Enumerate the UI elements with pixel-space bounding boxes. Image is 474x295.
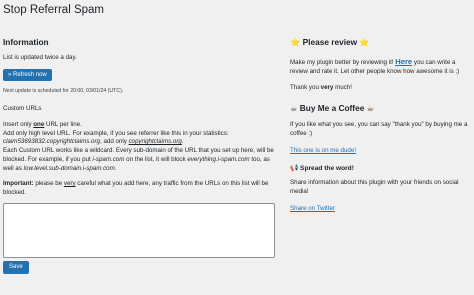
list-updated-text: List is updated twice a day. xyxy=(3,54,77,61)
information-heading: Information xyxy=(3,37,49,47)
please-review-heading: ⭐ Please review ⭐ xyxy=(290,37,470,48)
page-title: Stop Referral Spam xyxy=(3,4,104,16)
please-review-title: Please review xyxy=(300,37,360,47)
instruction-text: . xyxy=(114,165,117,173)
instruction-text: URL per line. xyxy=(44,120,82,128)
share-on-twitter-link[interactable]: Share on Twitter xyxy=(290,205,335,212)
example-subdomain: everything.i-spam.com xyxy=(187,156,250,164)
thank-you-text: Thank you very much! xyxy=(290,84,470,93)
custom-urls-instructions: Insert only one URL per line. Add only h… xyxy=(3,121,281,175)
refresh-now-button[interactable]: » Refresh now xyxy=(3,68,52,81)
review-here-link[interactable]: Here xyxy=(395,57,412,66)
coffee-icon: ☕ xyxy=(366,102,375,113)
megaphone-icon: 📢 xyxy=(290,163,299,172)
example-domain: i-spam.com xyxy=(92,156,125,164)
coffee-text: If you like what you see, you can say "t… xyxy=(290,120,468,137)
review-text-part: Make my plugin better by reviewing it! xyxy=(290,59,396,66)
custom-urls-textarea[interactable] xyxy=(3,203,275,259)
example-subdomain: low.level.sub-domain.i-spam.com xyxy=(23,165,115,173)
buy-me-a-coffee-title: Buy Me a Coffee xyxy=(297,102,367,113)
coffee-link[interactable]: This one is on me dude! xyxy=(290,147,470,156)
instruction-text: . xyxy=(181,138,184,146)
important-note: Important: please be very careful what y… xyxy=(3,180,281,198)
example-domain: copyrightclaims.org xyxy=(128,138,182,146)
sidebar: ⭐ Please review ⭐ Make my plugin better … xyxy=(290,37,470,214)
spread-the-word-heading: 📢 Spread the word! xyxy=(290,164,470,173)
thank-you-part: much! xyxy=(333,83,352,91)
important-text: please be xyxy=(33,180,64,188)
buy-me-a-coffee-heading: ☕ Buy Me a Coffee ☕ xyxy=(290,103,470,114)
next-update-text: Next update is scheduled for 20:00, 03/0… xyxy=(3,87,124,94)
spread-the-word-title: Spread the word! xyxy=(298,164,354,172)
spread-text: Share information about this plugin with… xyxy=(290,178,459,195)
instruction-text: Insert only xyxy=(3,120,34,128)
thank-you-emphasis: very xyxy=(320,83,334,91)
instruction-text: on the list, it will block xyxy=(124,156,188,164)
main-column: Information List is updated twice a day.… xyxy=(3,37,281,275)
important-emphasis: very xyxy=(63,180,76,188)
custom-urls-heading: Custom URLs xyxy=(3,104,42,112)
save-button[interactable]: Save xyxy=(3,261,29,275)
instruction-text: , add only xyxy=(100,138,129,146)
important-label: Important: xyxy=(3,180,34,188)
star-icon: ⭐ xyxy=(359,37,370,47)
instruction-emphasis: one xyxy=(33,120,45,128)
review-text: Make my plugin better by reviewing it! H… xyxy=(290,56,470,77)
thank-you-part: Thank you xyxy=(290,83,321,91)
example-referrer: claim53693832.copyrightclaims.org xyxy=(3,138,100,146)
star-icon: ⭐ xyxy=(290,37,301,47)
instruction-text: Add only high level URL. For example, if… xyxy=(3,129,229,137)
